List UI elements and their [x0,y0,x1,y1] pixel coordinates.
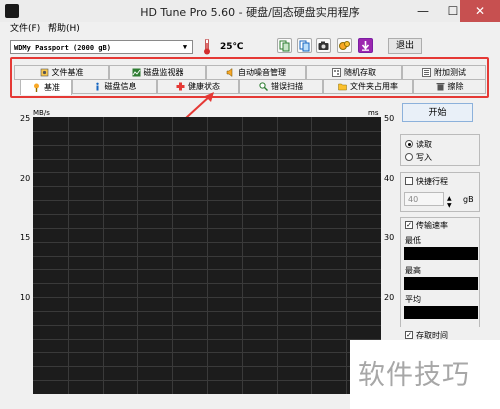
monitor-icon [132,68,140,77]
access-time-checkbox[interactable]: ✓ [405,331,413,339]
watermark: 软件技巧 [358,360,470,391]
spinner-arrows-icon[interactable]: ▲ ▼ [447,195,452,209]
info-icon [95,82,99,91]
extra-tests-icon [422,68,431,77]
folder-icon [338,83,347,91]
tab-file-benchmark[interactable]: 文件基准 [14,65,109,80]
copy-all-icon [299,40,310,52]
tab-label: 磁盘监视器 [143,68,184,77]
y-left-unit: MB/s [33,109,50,117]
camera-icon [318,41,329,50]
copy-button[interactable] [277,38,292,53]
tab-label: 擦除 [447,82,464,91]
max-value-box [404,277,478,290]
save-button[interactable] [358,38,373,53]
read-label: 读取 [416,140,432,149]
tab-random-access[interactable]: 随机存取 [306,65,402,80]
tab-label: 随机存取 [344,68,376,77]
drive-select-value: WDMy Passport (2000 gB) [14,44,111,52]
y-right-tick: 20 [384,293,395,302]
copy-all-button[interactable] [297,38,312,53]
y-right-tick: 30 [384,233,395,242]
download-icon [361,41,370,51]
benchmark-icon [34,83,39,92]
read-write-group [400,134,480,166]
tab-label: 错误扫描 [271,82,303,91]
tab-error-scan[interactable]: 错误扫描 [239,79,323,94]
short-stroke-label: 快捷行程 [416,177,448,186]
magnifier-icon [259,82,268,91]
short-stroke-checkbox[interactable] [405,177,413,185]
y-right-tick: 40 [384,174,395,183]
tab-disk-monitor[interactable]: 磁盘监视器 [109,65,206,80]
tab-noise-management[interactable]: 自动噪音管理 [206,65,306,80]
y-left-tick: 10 [20,293,31,302]
options-button[interactable] [337,38,352,53]
chevron-down-icon: ▼ [182,43,188,51]
tab-label: 磁盘信息 [104,82,137,91]
tab-erase[interactable]: 擦除 [413,79,486,94]
options-icon [339,41,350,50]
tab-label: 自动噪音管理 [238,68,286,77]
read-radio[interactable] [405,140,413,148]
tab-disk-info[interactable]: 磁盘信息 [72,79,157,94]
benchmark-plot [33,117,381,394]
write-label: 写入 [416,153,432,162]
tab-label: 文件基准 [51,68,84,77]
trash-icon [436,83,444,91]
y-left-tick: 25 [20,114,31,123]
tab-folder-usage[interactable]: 文件夹占用率 [323,79,413,94]
speaker-icon [226,68,233,77]
copy-icon [279,40,290,52]
random-access-icon [332,68,341,77]
write-radio[interactable] [405,153,413,161]
transfer-rate-label: 传输速率 [416,221,448,230]
exit-button[interactable]: 退出 [388,38,422,54]
drive-select[interactable]: WDMy Passport (2000 gB) ▼ [10,40,193,54]
file-benchmark-icon [40,68,48,77]
tab-label: 附加测试 [434,68,466,77]
minimize-button[interactable]: — [408,0,438,22]
close-button[interactable]: ✕ [460,0,500,22]
menu-file[interactable]: 文件(F) [10,22,40,37]
y-right-tick: 50 [384,114,395,123]
temperature-readout: 25℃ [220,42,244,52]
tab-extra-tests[interactable]: 附加测试 [402,65,486,80]
min-label: 最低 [405,236,421,245]
y-left-tick: 20 [20,174,31,183]
transfer-rate-checkbox[interactable]: ✓ [405,221,413,229]
avg-label: 平均 [405,295,421,304]
tab-label: 文件夹占用率 [350,82,398,91]
avg-value-box [404,306,478,319]
tab-benchmark[interactable]: 基准 [20,79,72,95]
short-stroke-unit: gB [463,195,474,204]
thermometer-icon [204,39,210,55]
short-stroke-input[interactable]: 40 [404,192,444,206]
min-value-box [404,247,478,260]
start-button[interactable]: 开始 [402,103,473,122]
menu-help[interactable]: 帮助(H) [48,22,80,37]
tab-label: 基准 [44,83,60,92]
screenshot-button[interactable] [316,38,331,53]
y-left-tick: 15 [20,233,31,242]
max-label: 最高 [405,266,421,275]
y-right-unit: ms [368,109,379,117]
